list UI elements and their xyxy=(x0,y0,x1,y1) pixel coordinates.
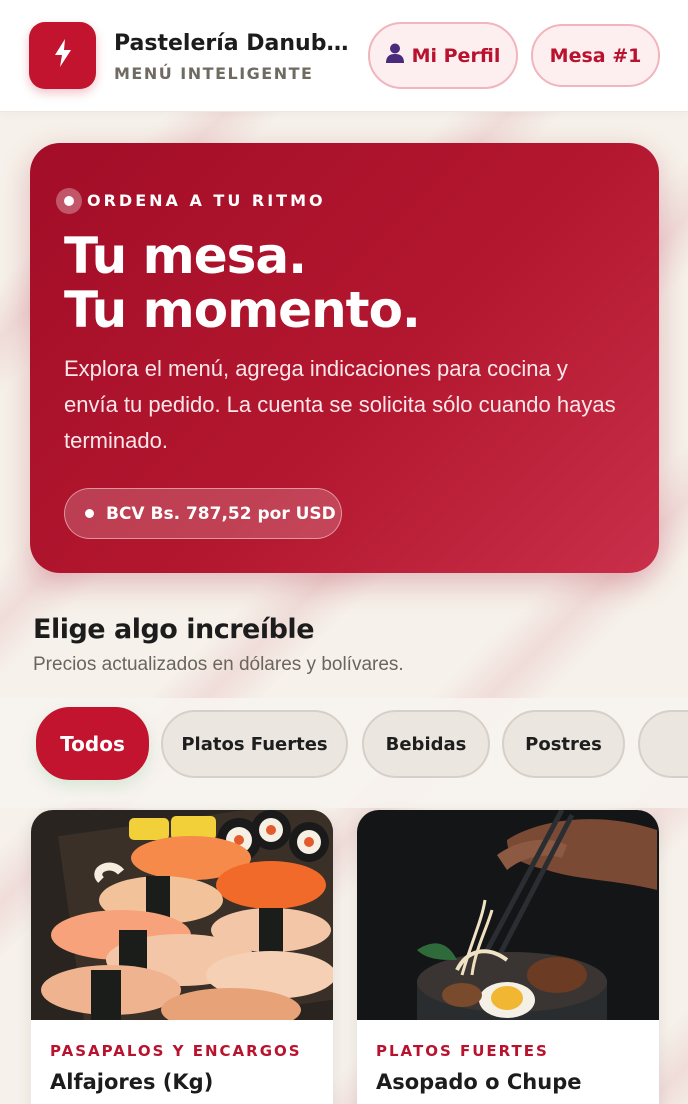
product-image-sushi xyxy=(31,810,333,1020)
product-name: Asopado o Chupe xyxy=(376,1070,582,1094)
table-button[interactable]: Mesa #1 xyxy=(531,24,660,87)
tab-bebidas[interactable]: Bebidas xyxy=(362,710,490,778)
brand-name: Pastelería Danub... xyxy=(114,31,350,56)
user-icon xyxy=(385,43,404,68)
hero-title: Tu mesa. Tu momento. xyxy=(64,229,624,337)
tab-postres[interactable]: Postres xyxy=(502,710,625,778)
top-header: Pastelería Danub... MENÚ INTELIGENTE Mi … xyxy=(0,0,688,112)
exchange-rate-badge: BCV Bs. 787,52 por USD xyxy=(64,488,342,539)
status-dot-icon xyxy=(56,188,82,214)
product-category: PASAPALOS Y ENCARGOS xyxy=(50,1042,302,1060)
product-name: Alfajores (Kg) xyxy=(50,1070,214,1094)
section-title: Elige algo increíble xyxy=(33,614,315,645)
table-button-label: Mesa #1 xyxy=(549,44,642,67)
hero-banner: ORDENA A TU RITMO Tu mesa. Tu momento. E… xyxy=(30,143,659,573)
product-card[interactable]: PLATOS FUERTES Asopado o Chupe xyxy=(357,810,659,1104)
product-category: PLATOS FUERTES xyxy=(376,1042,549,1060)
profile-button-label: Mi Perfil xyxy=(411,44,501,67)
tab-platos-fuertes[interactable]: Platos Fuertes xyxy=(161,710,348,778)
product-image-noodles xyxy=(357,810,659,1020)
brand-logo[interactable] xyxy=(29,22,96,89)
profile-button[interactable]: Mi Perfil xyxy=(368,22,518,89)
bullet-icon xyxy=(85,509,94,518)
category-tabs: Todos Platos Fuertes Bebidas Postres xyxy=(0,698,688,808)
hero-eyebrow: ORDENA A TU RITMO xyxy=(87,191,326,210)
product-card[interactable]: PASAPALOS Y ENCARGOS Alfajores (Kg) xyxy=(31,810,333,1104)
tab-todos[interactable]: Todos xyxy=(36,707,149,780)
section-subtitle: Precios actualizados en dólares y bolíva… xyxy=(33,654,404,675)
hero-title-line-1: Tu mesa. xyxy=(64,227,307,285)
lightning-bolt-icon xyxy=(52,38,74,73)
hero-title-line-2: Tu momento. xyxy=(64,281,421,339)
exchange-rate-text: BCV Bs. 787,52 por USD xyxy=(106,503,336,524)
hero-description: Explora el menú, agrega indicaciones par… xyxy=(64,356,616,453)
tab-more-partial[interactable] xyxy=(638,710,688,778)
brand-subtitle: MENÚ INTELIGENTE xyxy=(114,64,314,83)
